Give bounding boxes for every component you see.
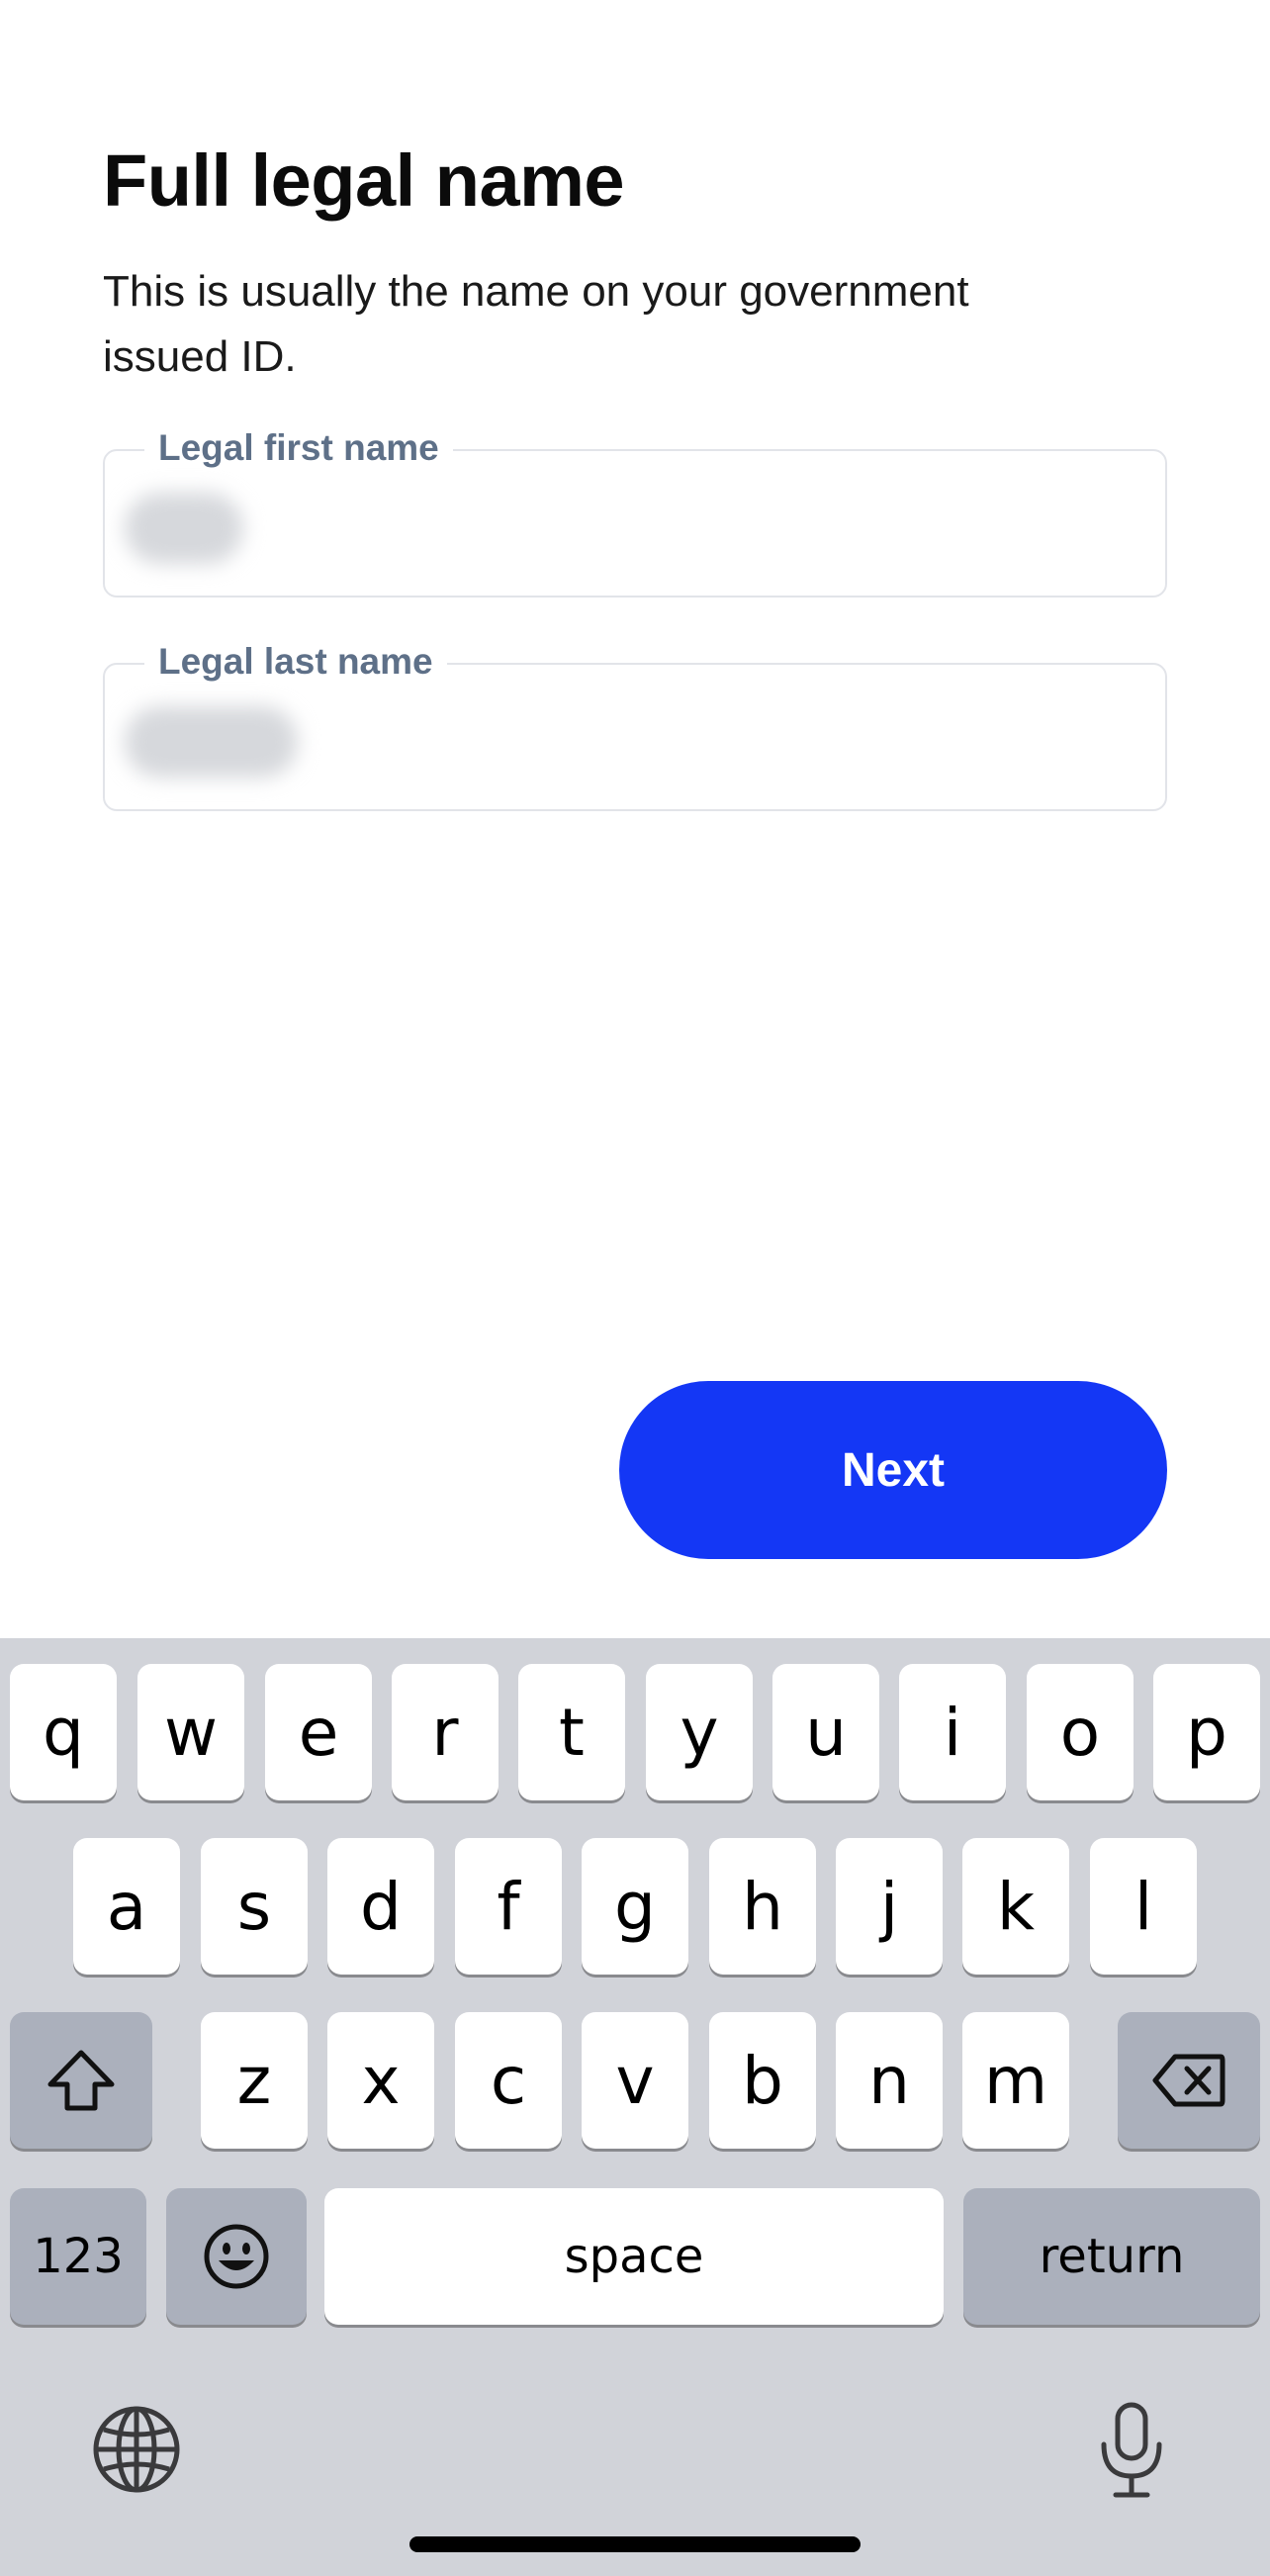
last-name-input[interactable]: [123, 704, 1141, 783]
key-q[interactable]: q: [10, 1664, 117, 1800]
key-m[interactable]: m: [962, 2012, 1069, 2149]
delete-key[interactable]: [1118, 2012, 1260, 2149]
return-key[interactable]: return: [963, 2188, 1260, 2325]
key-j[interactable]: j: [836, 1838, 943, 1975]
numbers-key[interactable]: 123: [10, 2188, 146, 2325]
home-indicator: [409, 2536, 861, 2552]
backspace-icon: [1152, 2054, 1225, 2107]
key-n[interactable]: n: [836, 2012, 943, 2149]
key-u[interactable]: u: [772, 1664, 879, 1800]
page-title: Full legal name: [103, 139, 625, 222]
key-b[interactable]: b: [709, 2012, 816, 2149]
key-f[interactable]: f: [455, 1838, 562, 1975]
key-i[interactable]: i: [899, 1664, 1006, 1800]
key-a[interactable]: a: [73, 1838, 180, 1975]
key-d[interactable]: d: [327, 1838, 434, 1975]
emoji-key[interactable]: [166, 2188, 307, 2325]
keyboard-row-1: q w e r t y u i o p: [0, 1664, 1270, 1800]
key-c[interactable]: c: [455, 2012, 562, 2149]
key-k[interactable]: k: [962, 1838, 1069, 1975]
key-g[interactable]: g: [582, 1838, 688, 1975]
last-name-label: Legal last name: [144, 641, 447, 683]
keyboard-row-2: a s d f g h j k l: [0, 1838, 1270, 1975]
first-name-field[interactable]: Legal first name: [103, 427, 1167, 598]
keyboard-row-3: z x c v b n m: [0, 2012, 1270, 2149]
first-name-input[interactable]: [123, 491, 1141, 570]
key-y[interactable]: y: [646, 1664, 753, 1800]
key-o[interactable]: o: [1027, 1664, 1134, 1800]
key-v[interactable]: v: [582, 2012, 688, 2149]
key-x[interactable]: x: [327, 2012, 434, 2149]
shift-key[interactable]: [10, 2012, 152, 2149]
key-p[interactable]: p: [1153, 1664, 1260, 1800]
key-s[interactable]: s: [201, 1838, 308, 1975]
globe-icon: [93, 2406, 180, 2493]
microphone-button[interactable]: [1082, 2396, 1181, 2505]
key-l[interactable]: l: [1090, 1838, 1197, 1975]
key-w[interactable]: w: [137, 1664, 244, 1800]
key-z[interactable]: z: [201, 2012, 308, 2149]
shift-icon: [47, 2050, 115, 2111]
keyboard-row-4: 123 space return: [0, 2188, 1270, 2325]
key-t[interactable]: t: [518, 1664, 625, 1800]
key-h[interactable]: h: [709, 1838, 816, 1975]
first-name-label: Legal first name: [144, 427, 453, 469]
globe-button[interactable]: [87, 2400, 186, 2499]
emoji-icon: [204, 2224, 269, 2289]
space-key[interactable]: space: [324, 2188, 944, 2325]
key-e[interactable]: e: [265, 1664, 372, 1800]
microphone-icon: [1101, 2402, 1162, 2498]
last-name-field[interactable]: Legal last name: [103, 641, 1167, 811]
page-subtitle: This is usually the name on your governm…: [103, 267, 969, 381]
keyboard: q w e r t y u i o p a s d f g h j k l z …: [0, 1638, 1270, 2576]
next-button[interactable]: Next: [619, 1381, 1167, 1559]
key-r[interactable]: r: [392, 1664, 499, 1800]
